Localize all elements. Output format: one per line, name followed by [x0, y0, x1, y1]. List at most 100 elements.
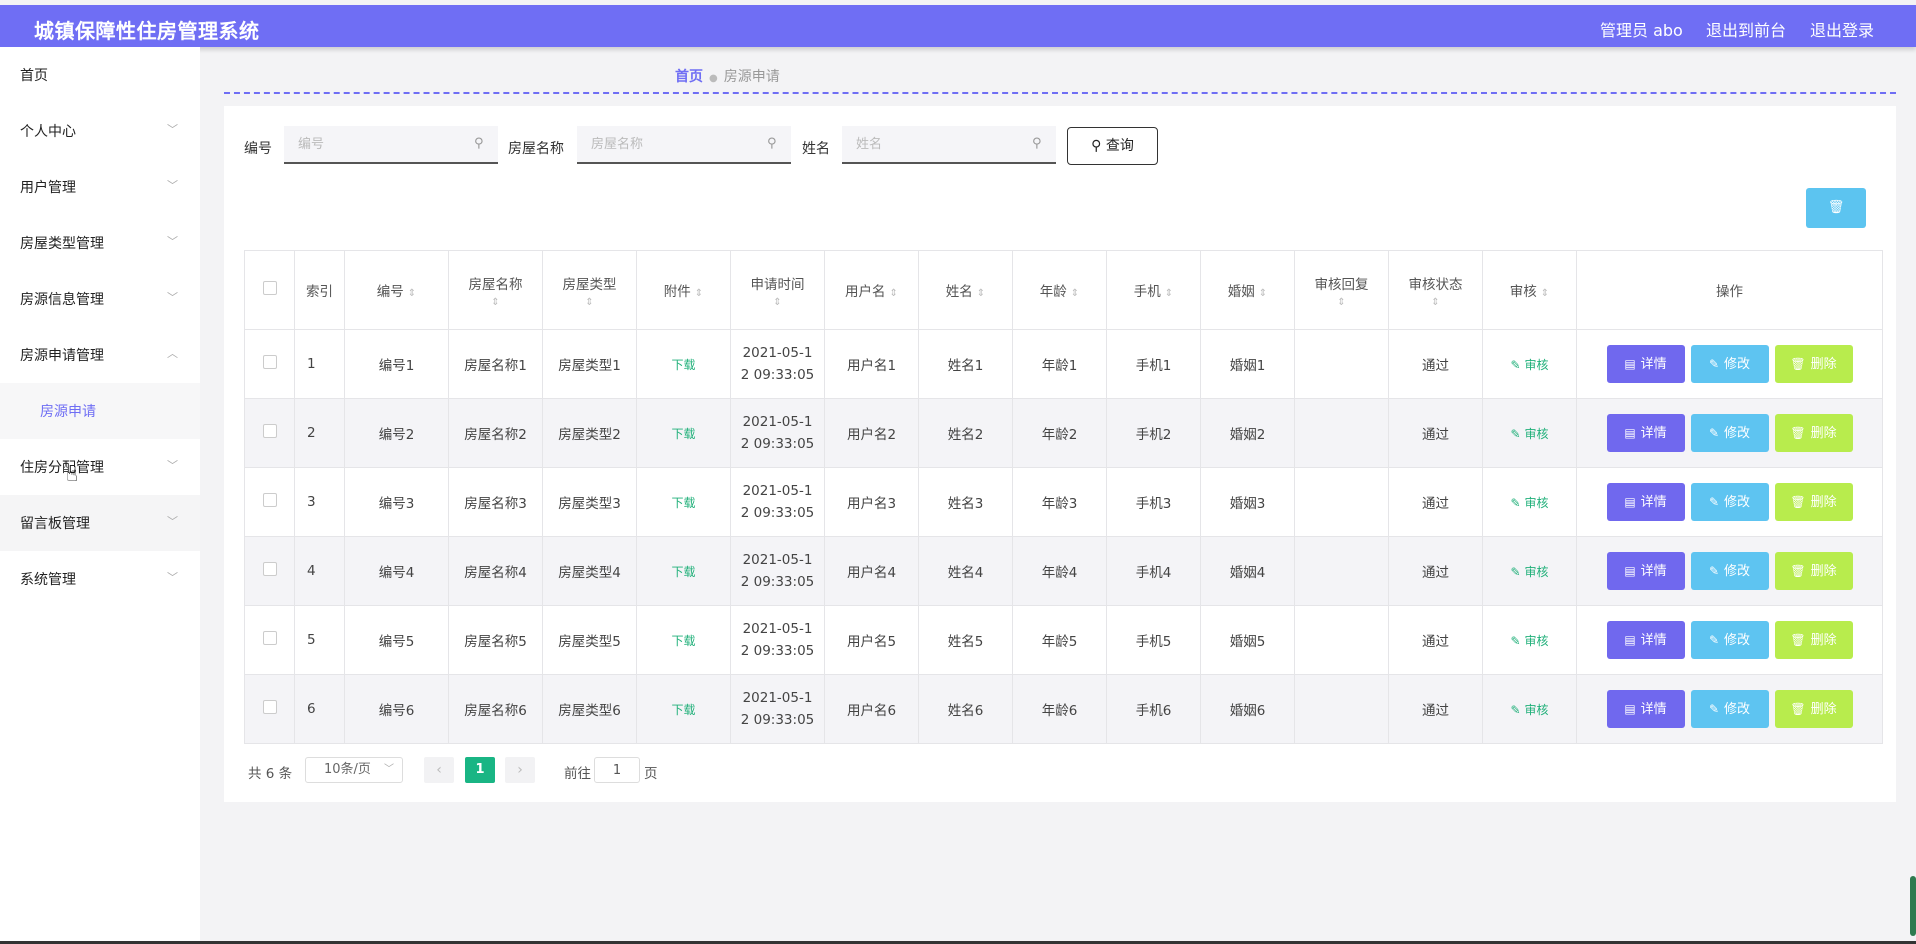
query-button[interactable]: ⚲ 查询 [1067, 127, 1158, 165]
breadcrumb-home[interactable]: 首页 [675, 69, 703, 85]
search-input-number[interactable] [284, 126, 498, 164]
detail-button[interactable]: ▤ 详情 [1606, 414, 1685, 452]
sidebar-item-message-board[interactable]: 留言板管理 ﹀ [0, 495, 200, 551]
edit-button[interactable]: ✎ 修改 [1690, 414, 1769, 452]
detail-button[interactable]: ▤ 详情 [1606, 345, 1685, 383]
row-checkbox[interactable] [244, 467, 295, 537]
col-number[interactable]: 编号 ⇕ [344, 250, 449, 330]
scrollbar-thumb[interactable] [1910, 876, 1916, 936]
cell-marriage: 婚姻6 [1200, 674, 1295, 744]
download-link[interactable]: 下载 [671, 703, 695, 717]
search-input-house-name[interactable] [577, 126, 791, 164]
col-apply-time[interactable]: 申请时间 ⇕ [730, 250, 825, 330]
search-label-house-name: 房屋名称 [508, 141, 564, 157]
detail-button[interactable]: ▤ 详情 [1606, 621, 1685, 659]
sidebar-item-personal-center[interactable]: 个人中心 ﹀ [0, 103, 200, 159]
sidebar-item-house-info[interactable]: 房源信息管理 ﹀ [0, 271, 200, 327]
sort-icon: ⇕ [1070, 288, 1080, 299]
delete-button[interactable]: 🗑 删除 [1774, 483, 1853, 521]
download-link[interactable]: 下载 [671, 496, 695, 510]
select-all-checkbox[interactable] [244, 250, 295, 330]
edit-button[interactable]: ✎ 修改 [1690, 552, 1769, 590]
row-checkbox[interactable] [244, 329, 295, 399]
sidebar-item-house-application[interactable]: 房源申请管理 ︿ [0, 327, 200, 383]
delete-button[interactable]: 🗑 删除 [1774, 414, 1853, 452]
col-audit[interactable]: 审核 ⇕ [1482, 250, 1577, 330]
sidebar-item-housing-allocation[interactable]: 住房分配管理 ﹀ [0, 439, 200, 495]
pencil-icon: ✎ [1510, 495, 1521, 510]
row-checkbox[interactable] [244, 674, 295, 744]
audit-button[interactable]: ✎ 审核 [1511, 565, 1549, 579]
edit-button[interactable]: ✎ 修改 [1690, 621, 1769, 659]
detail-button[interactable]: ▤ 详情 [1606, 690, 1685, 728]
cell-age: 年龄1 [1012, 329, 1107, 399]
delete-label: 删除 [1810, 357, 1837, 372]
row-checkbox[interactable] [244, 605, 295, 675]
audit-button[interactable]: ✎ 审核 [1511, 358, 1549, 372]
cell-index: 4 [294, 536, 345, 606]
sidebar-item-user-management[interactable]: 用户管理 ﹀ [0, 159, 200, 215]
cell-number: 编号4 [344, 536, 449, 606]
cell-house-type: 房屋类型3 [542, 467, 637, 537]
exit-to-frontend-link[interactable]: 退出到前台 [1706, 17, 1786, 41]
audit-button[interactable]: ✎ 审核 [1511, 427, 1549, 441]
cell-actions: ▤ 详情 ✎ 修改 🗑 删除 [1576, 605, 1883, 675]
search-input-name[interactable] [842, 126, 1056, 164]
edit-button[interactable]: ✎ 修改 [1690, 690, 1769, 728]
cell-apply-time: 2021-05-1 2 09:33:05 [730, 467, 825, 537]
chevron-down-icon: ﹀ [167, 515, 178, 528]
goto-page-input[interactable] [594, 757, 640, 783]
prev-page-button[interactable]: ‹ [424, 757, 454, 783]
row-checkbox[interactable] [244, 536, 295, 606]
audit-button[interactable]: ✎ 审核 [1511, 703, 1549, 717]
col-age[interactable]: 年龄 ⇕ [1012, 250, 1107, 330]
download-link[interactable]: 下载 [671, 634, 695, 648]
page-number-current[interactable]: 1 [465, 757, 495, 783]
cell-name: 姓名2 [918, 398, 1013, 468]
download-link[interactable]: 下载 [671, 427, 695, 441]
audit-button[interactable]: ✎ 审核 [1511, 634, 1549, 648]
cell-username: 用户名1 [824, 329, 919, 399]
cell-attachment: 下载 [636, 605, 731, 675]
col-house-type[interactable]: 房屋类型 ⇕ [542, 250, 637, 330]
sidebar-item-system-management[interactable]: 系统管理 ﹀ [0, 551, 200, 607]
batch-delete-button[interactable]: 🗑 [1806, 188, 1866, 228]
col-audit-reply[interactable]: 审核回复 ⇕ [1294, 250, 1389, 330]
logout-link[interactable]: 退出登录 [1810, 17, 1874, 41]
col-attachment[interactable]: 附件 ⇕ [636, 250, 731, 330]
page-size-select[interactable]: 10条/页 ﹀ [305, 757, 403, 783]
edit-label: 修改 [1724, 357, 1751, 372]
cell-house-type: 房屋类型2 [542, 398, 637, 468]
next-page-button[interactable]: › [505, 757, 535, 783]
col-marriage[interactable]: 婚姻 ⇕ [1200, 250, 1295, 330]
breadcrumb: 首页 ● 房源申请 [675, 66, 780, 86]
detail-button[interactable]: ▤ 详情 [1606, 483, 1685, 521]
detail-button[interactable]: ▤ 详情 [1606, 552, 1685, 590]
download-link[interactable]: 下载 [671, 565, 695, 579]
col-house-name[interactable]: 房屋名称 ⇕ [448, 250, 543, 330]
sort-icon: ⇕ [1540, 288, 1550, 299]
table-row: 6 编号6 房屋名称6 房屋类型6 下载 2021-05-1 2 09:33:05 用户名6… [244, 674, 1883, 744]
row-checkbox[interactable] [244, 398, 295, 468]
pencil-icon: ✎ [1510, 357, 1521, 372]
col-name[interactable]: 姓名 ⇕ [918, 250, 1013, 330]
delete-button[interactable]: 🗑 删除 [1774, 552, 1853, 590]
col-audit-status[interactable]: 审核状态 ⇕ [1388, 250, 1483, 330]
chevron-down-icon: ﹀ [167, 291, 178, 304]
edit-button[interactable]: ✎ 修改 [1690, 483, 1769, 521]
audit-button[interactable]: ✎ 审核 [1511, 496, 1549, 510]
sidebar-subitem-house-application[interactable]: 房源申请 [0, 383, 200, 439]
sidebar-item-house-type[interactable]: 房屋类型管理 ﹀ [0, 215, 200, 271]
goto-label: 前往 [564, 766, 591, 782]
detail-label: 详情 [1640, 564, 1667, 579]
delete-button[interactable]: 🗑 删除 [1774, 621, 1853, 659]
edit-button[interactable]: ✎ 修改 [1690, 345, 1769, 383]
col-username[interactable]: 用户名 ⇕ [824, 250, 919, 330]
download-link[interactable]: 下载 [671, 358, 695, 372]
pencil-icon: ✎ [1708, 633, 1720, 647]
col-index: 索引 [294, 250, 345, 330]
delete-button[interactable]: 🗑 删除 [1774, 345, 1853, 383]
sidebar-item-home[interactable]: 首页 [0, 47, 200, 103]
delete-button[interactable]: 🗑 删除 [1774, 690, 1853, 728]
col-phone[interactable]: 手机 ⇕ [1106, 250, 1201, 330]
